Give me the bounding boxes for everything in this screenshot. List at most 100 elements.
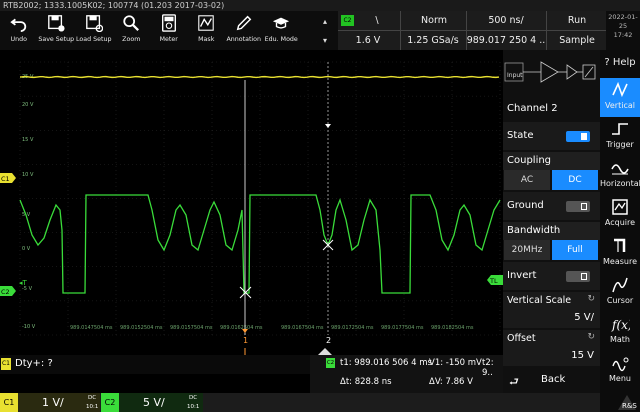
y-axis-labels: 25 V 20 V 15 V 10 V 5 V 0 V -5 V -10 V bbox=[22, 74, 36, 330]
meter-button[interactable]: Meter bbox=[150, 11, 188, 50]
cursor-1-arrow bbox=[242, 329, 248, 333]
vertical-scale-value: 5 V/ bbox=[574, 312, 594, 323]
c1-offset-marker[interactable]: C1 bbox=[0, 173, 16, 183]
measurement-bar[interactable]: C1 Dty+: ? bbox=[0, 355, 310, 374]
title-text: RTB2002; 1333.1005K02; 100774 (01.203 20… bbox=[3, 1, 225, 10]
cursor-2-arrow bbox=[325, 124, 331, 128]
reset-icon[interactable]: ↻ bbox=[587, 294, 595, 304]
delta-t-readout: Δt: 828.8 ns bbox=[340, 377, 392, 387]
back-label: Back bbox=[541, 374, 566, 385]
ch1-waveform bbox=[19, 75, 500, 79]
state-toggle[interactable] bbox=[566, 131, 590, 142]
trigger-slope[interactable]: \ bbox=[356, 11, 398, 30]
side-trigger[interactable]: Trigger bbox=[600, 117, 640, 156]
bandwidth-full[interactable]: Full bbox=[552, 240, 598, 260]
time-label: 989.0167504 ms bbox=[281, 325, 324, 331]
datetime-display: 2022-01-25 17:42 bbox=[606, 11, 640, 50]
y-label-0v: 0 V bbox=[22, 246, 31, 252]
vertical-scale-field[interactable]: Vertical Scale ↻ 5 V/ bbox=[503, 292, 600, 328]
back-button[interactable]: ⮐ Back bbox=[503, 368, 600, 393]
coupling-ac[interactable]: AC bbox=[504, 170, 550, 190]
state-row[interactable]: State bbox=[503, 122, 600, 150]
ch2-tag: C2 bbox=[101, 393, 119, 412]
time-text: 17:42 bbox=[613, 31, 633, 39]
measure-icon bbox=[614, 238, 626, 252]
side-math[interactable]: f(x) Math bbox=[600, 312, 640, 351]
load-setup-icon bbox=[85, 15, 103, 32]
undo-button[interactable]: Undo bbox=[0, 11, 38, 50]
bandwidth-selector[interactable]: 20MHz Full bbox=[503, 240, 600, 260]
trigger-level[interactable]: 1.6 V bbox=[338, 31, 398, 50]
time-label: 989.0182504 ms bbox=[431, 325, 474, 331]
time-label: 989.0147504 ms bbox=[70, 325, 113, 331]
acquire-icon bbox=[612, 199, 628, 215]
acq-type[interactable]: Sample bbox=[548, 31, 606, 50]
bandwidth-20mhz[interactable]: 20MHz bbox=[504, 240, 550, 260]
ch2-scale: 5 V/ bbox=[143, 396, 165, 409]
acq-mode[interactable]: Norm bbox=[404, 11, 464, 30]
help-icon: ? bbox=[604, 57, 610, 68]
ch2-status[interactable]: C2 5 V/ DC 10:1 bbox=[101, 393, 203, 412]
state-label: State bbox=[507, 130, 534, 141]
side-measure[interactable]: Measure bbox=[600, 234, 640, 273]
edu-mode-button[interactable]: Edu. Mode bbox=[263, 11, 301, 50]
cursor-1-label: 1 bbox=[243, 336, 248, 345]
c2-offset-marker[interactable]: C2 bbox=[0, 286, 16, 296]
zoom-button[interactable]: Zoom bbox=[113, 11, 151, 50]
waveform-display[interactable]: 25 V 20 V 15 V 10 V 5 V 0 V -5 V -10 V 9… bbox=[0, 50, 503, 355]
sample-rate: 1.25 GSa/s bbox=[407, 35, 459, 46]
time-label: 989.0162504 ms bbox=[220, 325, 263, 331]
time-label: 989.0152504 ms bbox=[120, 325, 163, 331]
annotation-button[interactable]: Annotation bbox=[225, 11, 263, 50]
help-button[interactable]: ? Help bbox=[600, 50, 640, 76]
offset-label: Offset bbox=[507, 333, 536, 344]
coupling-selector[interactable]: AC DC bbox=[503, 170, 600, 190]
ground-row[interactable]: Ground bbox=[503, 192, 600, 220]
back-icon: ⮐ bbox=[509, 375, 519, 388]
mask-button[interactable]: Mask bbox=[188, 11, 226, 50]
offset-value: 15 V bbox=[571, 350, 594, 361]
cursor-source-tag: C2 bbox=[326, 358, 335, 368]
waveform-svg: 25 V 20 V 15 V 10 V 5 V 0 V -5 V -10 V 9… bbox=[0, 61, 503, 355]
invert-row[interactable]: Invert bbox=[503, 262, 600, 290]
side-menu-button[interactable]: Menu bbox=[600, 351, 640, 390]
run-state[interactable]: Run bbox=[548, 11, 606, 30]
trigger-level-arrow: ◂T bbox=[19, 279, 28, 287]
save-setup-button[interactable]: Save Setup bbox=[38, 11, 76, 50]
side-cursor[interactable]: Cursor bbox=[600, 273, 640, 312]
toolbar: Undo Save Setup Load Setup Zoom Meter Ma… bbox=[0, 11, 338, 50]
svg-text:R&S: R&S bbox=[622, 402, 637, 410]
ground-toggle[interactable] bbox=[566, 201, 590, 212]
ch1-status[interactable]: C1 1 V/ DC 10:1 bbox=[0, 393, 100, 412]
trigger-level-marker[interactable]: TL bbox=[487, 275, 503, 285]
signal-path-diagram: Input bbox=[503, 50, 600, 100]
time-scale[interactable]: 500 ns/ bbox=[466, 11, 546, 30]
side-acquire[interactable]: Acquire bbox=[600, 195, 640, 234]
offset-field[interactable]: Offset ↻ 15 V bbox=[503, 330, 600, 366]
channel-settings-panel: Input Channel 2 State Coupling AC DC Gro… bbox=[503, 50, 600, 393]
title-bar: RTB2002; 1333.1005K02; 100774 (01.203 20… bbox=[0, 0, 640, 11]
cursor-2-label: 2 bbox=[326, 336, 331, 345]
load-setup-button[interactable]: Load Setup bbox=[75, 11, 113, 50]
channel-status-bar: C1 1 V/ DC 10:1 C2 5 V/ DC 10:1 bbox=[0, 393, 600, 412]
bandwidth-label: Bandwidth bbox=[503, 222, 600, 240]
horizontal-icon bbox=[611, 164, 629, 175]
trigger-source-tag[interactable]: C2 bbox=[341, 15, 354, 26]
side-horizontal[interactable]: Horizontal bbox=[600, 156, 640, 195]
side-menu: ? Help Vertical Trigger Horizontal Acqui… bbox=[600, 50, 640, 412]
chevron-up-icon: ▴ bbox=[322, 16, 327, 26]
reset-icon[interactable]: ↻ bbox=[587, 332, 595, 342]
meter-icon bbox=[161, 14, 176, 32]
invert-toggle[interactable] bbox=[566, 271, 590, 282]
coupling-dc[interactable]: DC bbox=[552, 170, 598, 190]
toolbar-more-button[interactable]: ▴ ▾ bbox=[314, 11, 336, 50]
info-bar: C2 \ Norm 500 ns/ Run 1.6 V 1.25 GSa/s 9… bbox=[338, 11, 606, 50]
chevron-down-icon: ▾ bbox=[322, 35, 327, 45]
side-vertical[interactable]: Vertical bbox=[600, 78, 640, 117]
grid bbox=[19, 61, 501, 336]
cursor-readout[interactable]: C2 t1: 989.016 506 4 ms V1: -150 mV t2: … bbox=[310, 355, 503, 393]
y-label-neg10v: -10 V bbox=[22, 324, 36, 330]
math-icon: f(x) bbox=[611, 318, 630, 332]
save-setup-icon bbox=[48, 15, 65, 32]
trigger-position-marker[interactable] bbox=[318, 348, 332, 355]
